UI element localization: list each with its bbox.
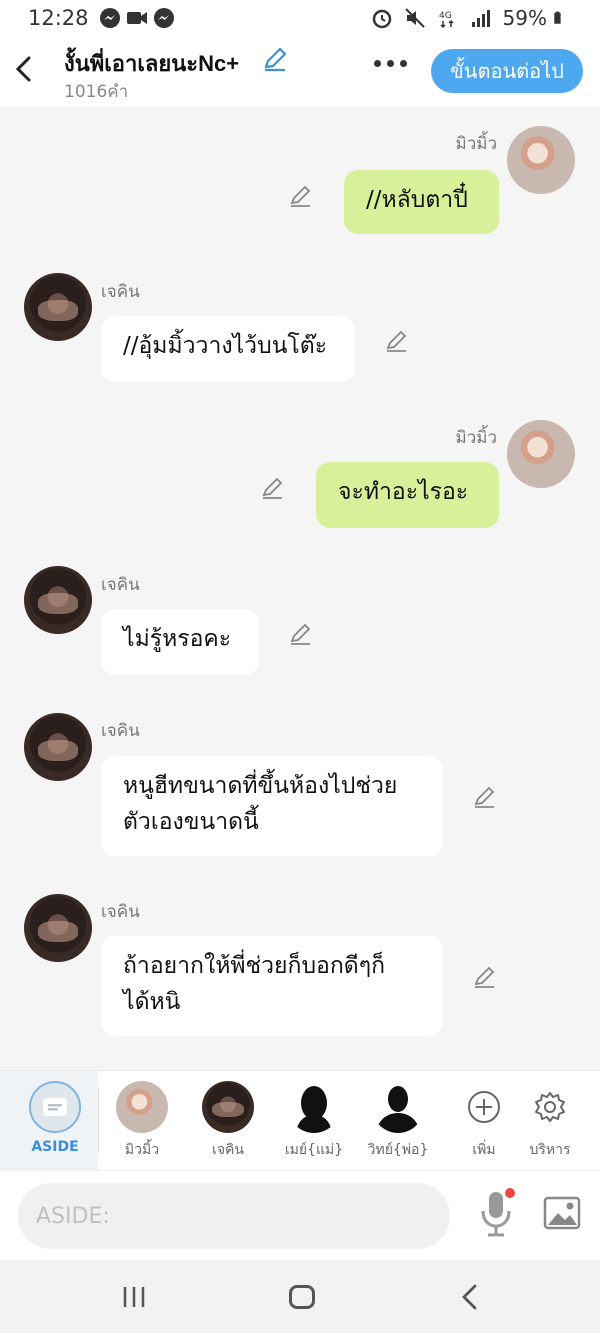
chat-area[interactable]: มิวมิ้ว //หลับตาปี๋ เจคิน //อุ้มมิ้ววางไ… — [0, 106, 600, 1070]
sender-name: เจคิน — [101, 575, 140, 595]
image-icon[interactable] — [543, 1196, 581, 1230]
edit-pencil-icon[interactable] — [472, 784, 498, 810]
signal-icon — [471, 10, 490, 27]
app-header: งั้นพี่เอาเลยนะNc+ 1016คำ ขั้นตอนต่อไป — [0, 36, 600, 106]
plus-circle-icon — [458, 1081, 510, 1133]
character-mewmew[interactable]: มิวมิ้ว — [102, 1081, 182, 1161]
sender-name: มิวมิ้ว — [455, 428, 497, 448]
avatar[interactable] — [507, 420, 575, 488]
message-text: ไม่รู้หรอคะ — [123, 626, 232, 652]
character-label: วิทย์{พ่อ} — [367, 1142, 429, 1158]
system-nav-bar — [0, 1260, 600, 1333]
message-bubble[interactable]: //หลับตาปี๋ — [344, 170, 499, 234]
aside-card-icon — [43, 1098, 67, 1116]
sender-name: มิวมิ้ว — [455, 134, 497, 154]
status-bar: 12:28 4G 59% — [0, 0, 600, 36]
character-label: ASIDE — [31, 1139, 79, 1155]
avatar[interactable] — [24, 713, 92, 781]
character-jakin[interactable]: เจคิน — [188, 1081, 268, 1161]
battery-percent: 59% — [502, 6, 547, 30]
character-label: บริหาร — [529, 1142, 571, 1158]
message-bubble[interactable]: หนูฮีทขนาดที่ขึ้นห้องไปช่วย ตัวเองขนาดนี… — [101, 756, 443, 856]
aside-avatar — [29, 1081, 81, 1133]
message-text-line: หนูฮีทขนาดที่ขึ้นห้องไปช่วย — [123, 773, 398, 799]
avatar — [202, 1081, 254, 1133]
avatar — [116, 1081, 168, 1133]
message-input[interactable] — [18, 1183, 450, 1249]
character-aside[interactable]: ASIDE — [15, 1081, 95, 1155]
message-bubble[interactable]: ไม่รู้หรอคะ — [101, 609, 259, 675]
edit-pencil-icon[interactable] — [472, 964, 498, 990]
avatar[interactable] — [507, 126, 575, 194]
mute-icon — [404, 8, 425, 28]
sender-name: เจคิน — [101, 902, 140, 922]
avatar[interactable] — [24, 273, 92, 341]
more-options-icon[interactable] — [374, 60, 407, 67]
mic-notification-dot — [505, 1188, 515, 1198]
message-text-line: ถ้าอยากให้พี่ช่วยก็บอกดีๆก็ — [123, 953, 386, 979]
video-icon — [126, 12, 147, 24]
avatar[interactable] — [24, 566, 92, 634]
character-label: เมย์{แม่} — [284, 1142, 344, 1158]
message-bubble[interactable]: //อุ้มมิ้ววางไว้บนโต๊ะ — [101, 316, 355, 382]
avatar[interactable] — [24, 894, 92, 962]
manage-characters-button[interactable]: บริหาร — [510, 1081, 590, 1161]
edit-pencil-icon[interactable] — [384, 328, 410, 354]
word-count: 1016คำ — [64, 82, 129, 102]
character-dad[interactable]: วิทย์{พ่อ} — [358, 1081, 438, 1161]
character-selector: ASIDE มิวมิ้ว เจคิน เมย์{แม่} วิทย์{พ่อ}… — [0, 1070, 600, 1171]
messenger-icon — [99, 8, 120, 28]
next-step-button[interactable]: ขั้นตอนต่อไป — [431, 49, 583, 93]
sender-name: เจคิน — [101, 721, 140, 741]
4g-icon: 4G — [439, 11, 454, 29]
edit-title-pencil-icon[interactable] — [262, 46, 288, 72]
message-bubble[interactable]: จะทำอะไรอะ — [316, 462, 499, 528]
messenger-icon — [153, 8, 174, 28]
story-title: งั้นพี่เอาเลยนะNc+ — [64, 51, 240, 76]
status-time: 12:28 — [28, 6, 89, 30]
home-icon[interactable] — [289, 1285, 315, 1309]
divider — [98, 1087, 99, 1153]
edit-pencil-icon[interactable] — [288, 621, 314, 647]
edit-pencil-icon[interactable] — [260, 475, 286, 501]
recent-apps-icon[interactable] — [122, 1286, 146, 1308]
sender-name: เจคิน — [101, 282, 140, 302]
message-text: //อุ้มมิ้ววางไว้บนโต๊ะ — [123, 333, 328, 359]
message-text-line: ได้หนิ — [123, 989, 181, 1015]
male-silhouette-icon — [372, 1081, 424, 1133]
female-silhouette-icon — [288, 1081, 340, 1133]
character-mom[interactable]: เมย์{แม่} — [274, 1081, 354, 1161]
message-bubble[interactable]: ถ้าอยากให้พี่ช่วยก็บอกดีๆก็ ได้หนิ — [101, 936, 443, 1036]
back-arrow-icon[interactable] — [12, 54, 36, 84]
message-input-bar — [0, 1170, 600, 1260]
nav-back-icon[interactable] — [460, 1284, 480, 1310]
message-text: //หลับตาปี๋ — [366, 187, 468, 213]
gear-icon — [524, 1081, 576, 1133]
message-text-line: ตัวเองขนาดนี้ — [123, 809, 259, 835]
edit-pencil-icon[interactable] — [288, 183, 314, 209]
message-text: จะทำอะไรอะ — [338, 479, 469, 505]
battery-icon — [554, 11, 561, 24]
character-label: เจคิน — [212, 1142, 244, 1158]
alarm-icon — [372, 9, 391, 29]
character-label: มิวมิ้ว — [124, 1142, 160, 1158]
svg-text:4G: 4G — [439, 11, 452, 21]
